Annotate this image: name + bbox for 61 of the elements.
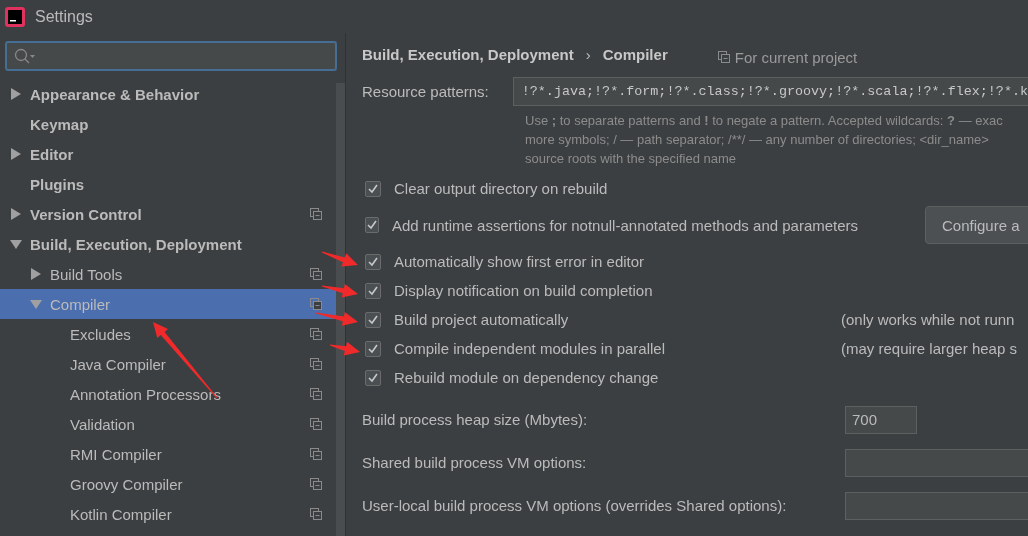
tree-item[interactable]: Excludes [0, 319, 336, 349]
field-label: User-local build process VM options (overrides Shared options): [362, 497, 788, 514]
checkbox-label[interactable]: Compile independent modules in parallel [394, 340, 665, 357]
tree-item[interactable]: Editor [0, 139, 336, 169]
tree-item[interactable]: RMI Compiler [0, 439, 336, 469]
help-text: Use ; to separate patterns and ! to negate a pattern. Accepted wildcards: ? — exac [525, 112, 1004, 130]
checkbox[interactable] [365, 282, 381, 299]
input-field[interactable] [845, 491, 1028, 520]
help-text: more symbols; / — path separator; /**/ — any number of directories; <dir_name> [525, 131, 990, 149]
window-title: Settings [35, 7, 93, 26]
help-text: source roots with the specified name [525, 150, 737, 168]
checkbox[interactable] [365, 311, 381, 328]
field-label: Build process heap size (Mbytes): [362, 411, 589, 428]
checkbox[interactable] [365, 253, 381, 270]
checkbox-label[interactable]: Add runtime assertions for notnull-annotated methods and parameters [392, 216, 859, 234]
expanded-triangle-icon[interactable] [10, 238, 22, 250]
checkbox[interactable] [365, 217, 379, 233]
collapsed-triangle-icon[interactable] [10, 208, 22, 220]
annotation-arrow [321, 251, 358, 267]
breadcrumb-separator: › [585, 45, 591, 63]
checkbox-label[interactable]: Build project automatically [394, 311, 569, 328]
checkbox[interactable] [365, 369, 381, 386]
checkbox-label[interactable]: Clear output directory on rebuild [394, 180, 608, 197]
tree-item[interactable]: Keymap [0, 109, 336, 139]
input-field[interactable] [845, 448, 1028, 477]
configure-button[interactable]: Configure a [925, 206, 1028, 244]
tree-item[interactable]: Plugins [0, 169, 336, 199]
collapsed-triangle-icon[interactable] [30, 268, 42, 280]
breadcrumb-item: Compiler [602, 45, 668, 63]
search-icon [14, 48, 36, 64]
checkbox-label[interactable]: Display notification on build completion [394, 282, 653, 299]
app-logo-icon [5, 6, 25, 27]
collapsed-triangle-icon[interactable] [10, 148, 22, 160]
field-label: Shared build process VM options: [362, 454, 588, 471]
collapsed-triangle-icon[interactable] [10, 88, 22, 100]
tree-item[interactable]: Groovy Compiler [0, 469, 336, 499]
checkbox-label[interactable]: Automatically show first error in editor [394, 253, 645, 270]
annotation-arrow [321, 283, 358, 298]
tree-item[interactable]: Kotlin Compiler [0, 499, 336, 529]
annotation-arrow [315, 312, 358, 326]
search-field[interactable] [5, 41, 337, 71]
tree-item[interactable]: Build Tools [0, 259, 336, 289]
scope-note: For current project [734, 48, 858, 66]
checkbox[interactable] [365, 340, 381, 357]
project-scope-icon [717, 51, 730, 63]
input-field[interactable]: 700 [845, 405, 917, 434]
tree-item[interactable]: Java Compiler [0, 349, 336, 379]
scrollbar[interactable] [336, 83, 345, 536]
tree-item[interactable]: Version Control [0, 199, 336, 229]
checkbox-label[interactable]: Rebuild module on dependency change [394, 369, 659, 386]
option-note: (may require larger heap s [841, 340, 1017, 357]
tree-item[interactable]: Annotation Processors [0, 379, 336, 409]
tree-item[interactable]: Build, Execution, Deployment [0, 229, 336, 259]
annotation-arrow [329, 341, 360, 356]
option-note: (only works while not runn [841, 311, 1015, 328]
resource-patterns-field[interactable]: !?*.java;!?*.form;!?*.class;!?*.groovy;!?*.scala;!?*.flex;!?*.k [512, 77, 1028, 106]
checkbox[interactable] [365, 180, 381, 197]
tree-item[interactable]: Validation [0, 409, 336, 439]
breadcrumb-item: Build, Execution, Deployment [362, 45, 574, 63]
tree-item[interactable]: Appearance & Behavior [0, 79, 336, 109]
field-label: Resource patterns: [362, 83, 490, 100]
